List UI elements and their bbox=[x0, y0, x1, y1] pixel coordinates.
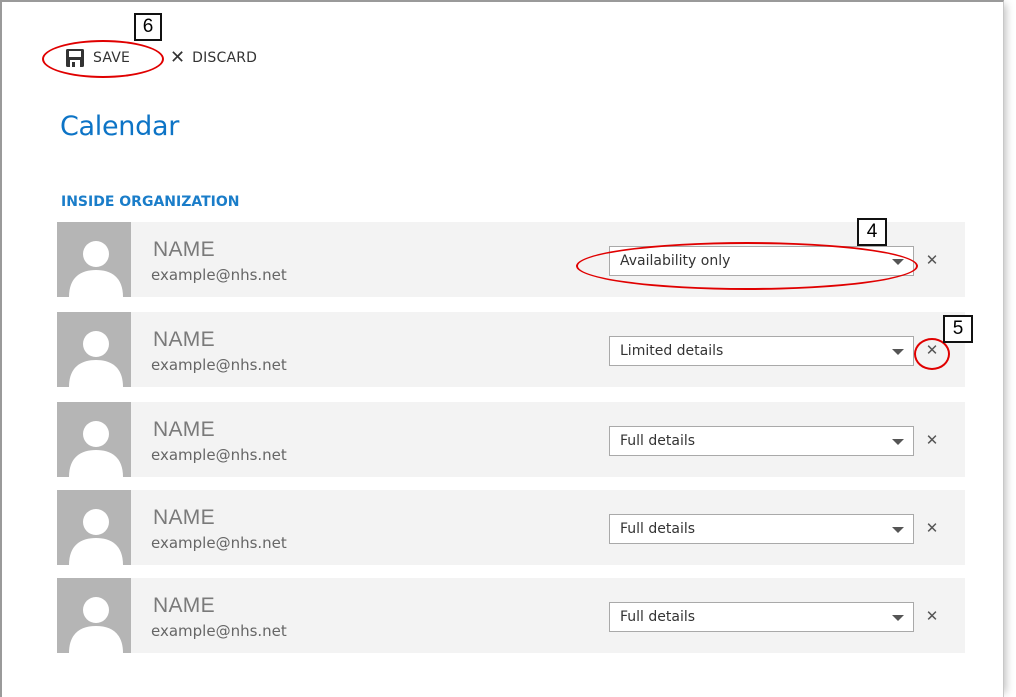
annotation-label-6: 6 bbox=[134, 13, 162, 41]
chevron-down-icon bbox=[892, 259, 904, 265]
chevron-down-icon bbox=[892, 527, 904, 533]
avatar bbox=[57, 312, 131, 387]
permission-row: NAME example@nhs.net Availability only ✕ bbox=[57, 222, 965, 297]
person-icon bbox=[69, 509, 123, 565]
user-name: NAME bbox=[153, 238, 215, 261]
user-email: example@nhs.net bbox=[151, 356, 287, 374]
discard-button[interactable]: ✕ DISCARD bbox=[170, 47, 257, 69]
avatar bbox=[57, 490, 131, 565]
user-name: NAME bbox=[153, 328, 215, 351]
person-icon bbox=[69, 421, 123, 477]
permission-dropdown[interactable]: Availability only bbox=[609, 246, 914, 276]
remove-button[interactable]: ✕ bbox=[923, 605, 941, 627]
user-email: example@nhs.net bbox=[151, 622, 287, 640]
avatar bbox=[57, 402, 131, 477]
user-name: NAME bbox=[153, 506, 215, 529]
page-title: Calendar bbox=[60, 111, 180, 142]
person-icon bbox=[69, 331, 123, 387]
permission-row: NAME example@nhs.net Full details ✕ bbox=[57, 490, 965, 565]
chevron-down-icon bbox=[892, 439, 904, 445]
user-email: example@nhs.net bbox=[151, 446, 287, 464]
permission-dropdown[interactable]: Full details bbox=[609, 514, 914, 544]
permission-value: Full details bbox=[620, 521, 696, 537]
discard-label: DISCARD bbox=[192, 50, 258, 66]
save-button[interactable]: SAVE bbox=[66, 47, 130, 69]
permission-value: Availability only bbox=[620, 253, 731, 269]
avatar bbox=[57, 578, 131, 653]
annotation-label-5: 5 bbox=[943, 315, 973, 343]
permission-value: Full details bbox=[620, 609, 696, 625]
person-icon bbox=[69, 241, 123, 297]
annotation-label-4: 4 bbox=[857, 218, 887, 246]
save-label: SAVE bbox=[93, 50, 131, 66]
permission-dropdown[interactable]: Full details bbox=[609, 426, 914, 456]
remove-button[interactable]: ✕ bbox=[923, 339, 941, 361]
remove-button[interactable]: ✕ bbox=[923, 517, 941, 539]
user-name: NAME bbox=[153, 418, 215, 441]
permission-value: Full details bbox=[620, 433, 696, 449]
permission-row: NAME example@nhs.net Limited details ✕ bbox=[57, 312, 965, 387]
chevron-down-icon bbox=[892, 615, 904, 621]
remove-button[interactable]: ✕ bbox=[923, 249, 941, 271]
close-icon: ✕ bbox=[170, 47, 186, 68]
chevron-down-icon bbox=[892, 349, 904, 355]
permission-row: NAME example@nhs.net Full details ✕ bbox=[57, 578, 965, 653]
user-name: NAME bbox=[153, 594, 215, 617]
user-email: example@nhs.net bbox=[151, 534, 287, 552]
permission-row: NAME example@nhs.net Full details ✕ bbox=[57, 402, 965, 477]
permission-dropdown[interactable]: Limited details bbox=[609, 336, 914, 366]
user-email: example@nhs.net bbox=[151, 266, 287, 284]
avatar bbox=[57, 222, 131, 297]
settings-panel: SAVE ✕ DISCARD Calendar INSIDE ORGANIZAT… bbox=[0, 0, 1004, 697]
permission-value: Limited details bbox=[620, 343, 724, 359]
section-title: INSIDE ORGANIZATION bbox=[61, 194, 240, 210]
remove-button[interactable]: ✕ bbox=[923, 429, 941, 451]
person-icon bbox=[69, 597, 123, 653]
save-icon bbox=[66, 49, 84, 67]
permission-dropdown[interactable]: Full details bbox=[609, 602, 914, 632]
